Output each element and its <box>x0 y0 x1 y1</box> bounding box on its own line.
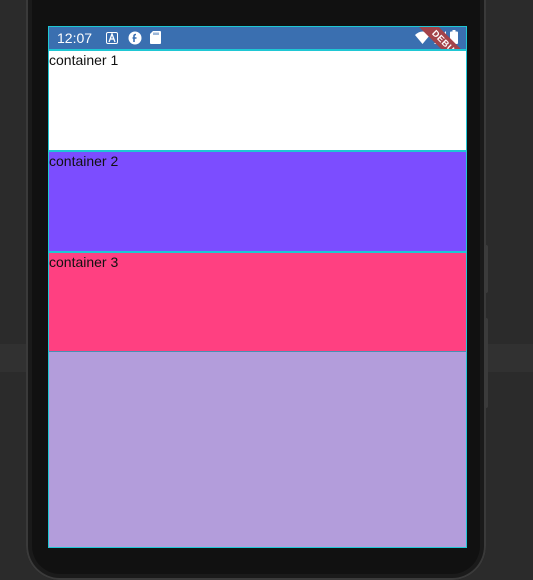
app-screen: 12:07 DEBUG container 1 container 2 cont… <box>48 26 467 548</box>
container-3-label: container 3 <box>49 254 119 270</box>
container-2-label: container 2 <box>49 153 119 169</box>
status-notification-icons <box>106 31 164 45</box>
sd-card-icon <box>150 31 164 45</box>
power-button <box>484 318 488 408</box>
status-bar: 12:07 DEBUG <box>49 27 466 78</box>
container-2: container 2 <box>49 150 466 251</box>
container-1-label: container 1 <box>49 52 119 68</box>
a-notification-icon <box>106 31 120 45</box>
status-time: 12:07 <box>57 30 93 46</box>
container-1: container 1 <box>49 49 466 150</box>
f-notification-icon <box>128 31 142 45</box>
volume-button <box>484 245 488 293</box>
container-3: container 3 <box>49 251 466 352</box>
